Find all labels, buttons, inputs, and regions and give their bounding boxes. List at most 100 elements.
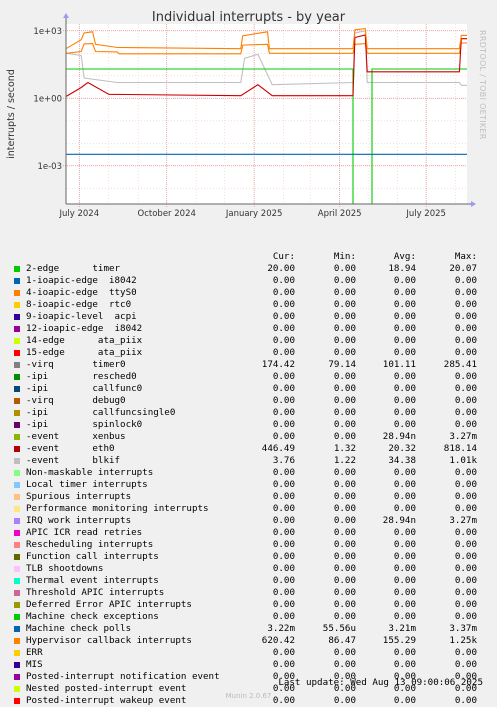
legend-min: 0.00 [333, 419, 356, 430]
legend-avg: 0.00 [393, 587, 416, 598]
legend-cur: 0.00 [272, 419, 295, 430]
legend-label: TLB shootdowns [26, 563, 104, 574]
legend-min: 0.00 [333, 383, 356, 394]
legend-cur: 0.00 [272, 587, 295, 598]
legend-row: -virq timer0 174.42 79.14 101.11 285.41 [0, 359, 497, 371]
legend-swatch [14, 506, 20, 512]
legend-max: 0.00 [454, 323, 477, 334]
legend-cur: 0.00 [272, 647, 295, 658]
legend-swatch [14, 542, 20, 548]
y-axis-arrow [63, 13, 69, 18]
x-tick-label: January 2025 [225, 209, 283, 219]
legend-max: 1.01k [449, 455, 477, 466]
legend-min: 0.00 [333, 575, 356, 586]
x-tick-label: July 2025 [405, 209, 446, 219]
legend-max: 0.00 [454, 299, 477, 310]
legend-avg: 0.00 [393, 347, 416, 358]
x-tick-label: April 2025 [318, 209, 362, 219]
legend-label: -ipi resched0 [26, 371, 137, 382]
legend-avg: 0.00 [393, 335, 416, 346]
legend-min: 0.00 [333, 563, 356, 574]
legend-row: 8-ioapic-edge rtc0 0.00 0.00 0.00 0.00 [0, 299, 497, 311]
legend-min: 1.32 [333, 443, 356, 454]
y-axis-label: interrupts / second [6, 69, 17, 159]
legend-min: 0.00 [333, 599, 356, 610]
chart-plot: 1e+03 1e+00 1e-03 July 2024 October 2024 Janu… [6, 13, 476, 219]
legend-cur: 0.00 [272, 551, 295, 562]
legend-avg: 0.00 [393, 287, 416, 298]
legend-min: 0.00 [333, 407, 356, 418]
legend-avg: 18.94 [388, 263, 416, 274]
legend-avg: 34.38 [388, 455, 416, 466]
legend-swatch [14, 446, 20, 452]
legend-max: 0.00 [454, 395, 477, 406]
legend-max: 285.41 [443, 359, 477, 370]
legend-max: 0.00 [454, 659, 477, 670]
legend-cur: 0.00 [272, 347, 295, 358]
legend-max: 0.00 [454, 527, 477, 538]
legend-row: -ipi spinlock0 0.00 0.00 0.00 0.00 [0, 419, 497, 431]
legend-max: 0.00 [454, 311, 477, 322]
legend-label: ERR [26, 647, 43, 658]
legend-max: 0.00 [454, 335, 477, 346]
legend-cur: 0.00 [272, 527, 295, 538]
legend-avg: 0.00 [393, 407, 416, 418]
legend-swatch [14, 326, 20, 332]
legend-label: -virq debug0 [26, 395, 126, 406]
legend-label: Non-maskable interrupts [26, 467, 154, 478]
legend-label: 9-ioapic-level acpi [26, 311, 137, 322]
legend-min: 0.00 [333, 659, 356, 670]
legend-row: IRQ work interrupts 0.00 0.00 28.94n 3.27m [0, 515, 497, 527]
legend-cur: 620.42 [261, 635, 295, 646]
legend-cur: 0.00 [272, 311, 295, 322]
legend-cur: 0.00 [272, 479, 295, 490]
legend-label: Thermal event interrupts [26, 575, 159, 586]
legend-cur: 0.00 [272, 467, 295, 478]
legend-swatch [14, 602, 20, 608]
legend-label: Machine check exceptions [26, 611, 159, 622]
legend-cur: 3.76 [272, 455, 295, 466]
legend-row: Threshold APIC interrupts 0.00 0.00 0.00 0.0… [0, 587, 497, 599]
x-tick-label: October 2024 [138, 209, 196, 219]
legend-swatch [14, 350, 20, 356]
legend-row: 2-edge timer 20.00 0.00 18.94 20.07 [0, 263, 497, 275]
legend-cur: 0.00 [272, 407, 295, 418]
legend-avg: 0.00 [393, 647, 416, 658]
legend-avg: 0.00 [393, 539, 416, 550]
legend-swatch [14, 614, 20, 620]
legend-row: Machine check polls 3.22m 55.56u 3.21m 3.37m [0, 623, 497, 635]
legend-min: 0.00 [333, 347, 356, 358]
legend-cur: 0.00 [272, 395, 295, 406]
legend-header-avg: Avg: [393, 251, 416, 262]
legend-header-max: Max: [454, 251, 477, 262]
legend-row: 9-ioapic-level acpi 0.00 0.00 0.00 0.00 [0, 311, 497, 323]
legend-row: Local timer interrupts 0.00 0.00 0.00 0.00 [0, 479, 497, 491]
legend-min: 0.00 [333, 611, 356, 622]
legend-cur: 446.49 [261, 443, 295, 454]
legend-max: 0.00 [454, 347, 477, 358]
legend-row: Function call interrupts 0.00 0.00 0.00 0.00 [0, 551, 497, 563]
legend-avg: 0.00 [393, 527, 416, 538]
legend-swatch [14, 314, 20, 320]
legend-cur: 0.00 [272, 599, 295, 610]
legend-row: 1-ioapic-edge i8042 0.00 0.00 0.00 0.00 [0, 275, 497, 287]
legend-label: APIC ICR read retries [26, 527, 143, 538]
legend-min: 0.00 [333, 551, 356, 562]
legend-row: Thermal event interrupts 0.00 0.00 0.00 0.00 [0, 575, 497, 587]
legend-label: 15-edge ata_piix [26, 347, 143, 358]
legend-min: 0.00 [333, 275, 356, 286]
legend-max: 0.00 [454, 479, 477, 490]
legend-max: 0.00 [454, 539, 477, 550]
legend-swatch [14, 530, 20, 536]
legend-cur: 0.00 [272, 287, 295, 298]
legend-avg: 0.00 [393, 371, 416, 382]
legend-header-cur: Cur: [272, 251, 295, 262]
legend-swatch [14, 410, 20, 416]
legend-min: 0.00 [333, 539, 356, 550]
legend-max: 0.00 [454, 587, 477, 598]
legend-avg: 0.00 [393, 479, 416, 490]
legend-row: Hypervisor callback interrupts 620.42 86.4… [0, 635, 497, 647]
legend-max: 0.00 [454, 551, 477, 562]
legend-label: -virq timer0 [26, 359, 126, 370]
legend-max: 0.00 [454, 287, 477, 298]
